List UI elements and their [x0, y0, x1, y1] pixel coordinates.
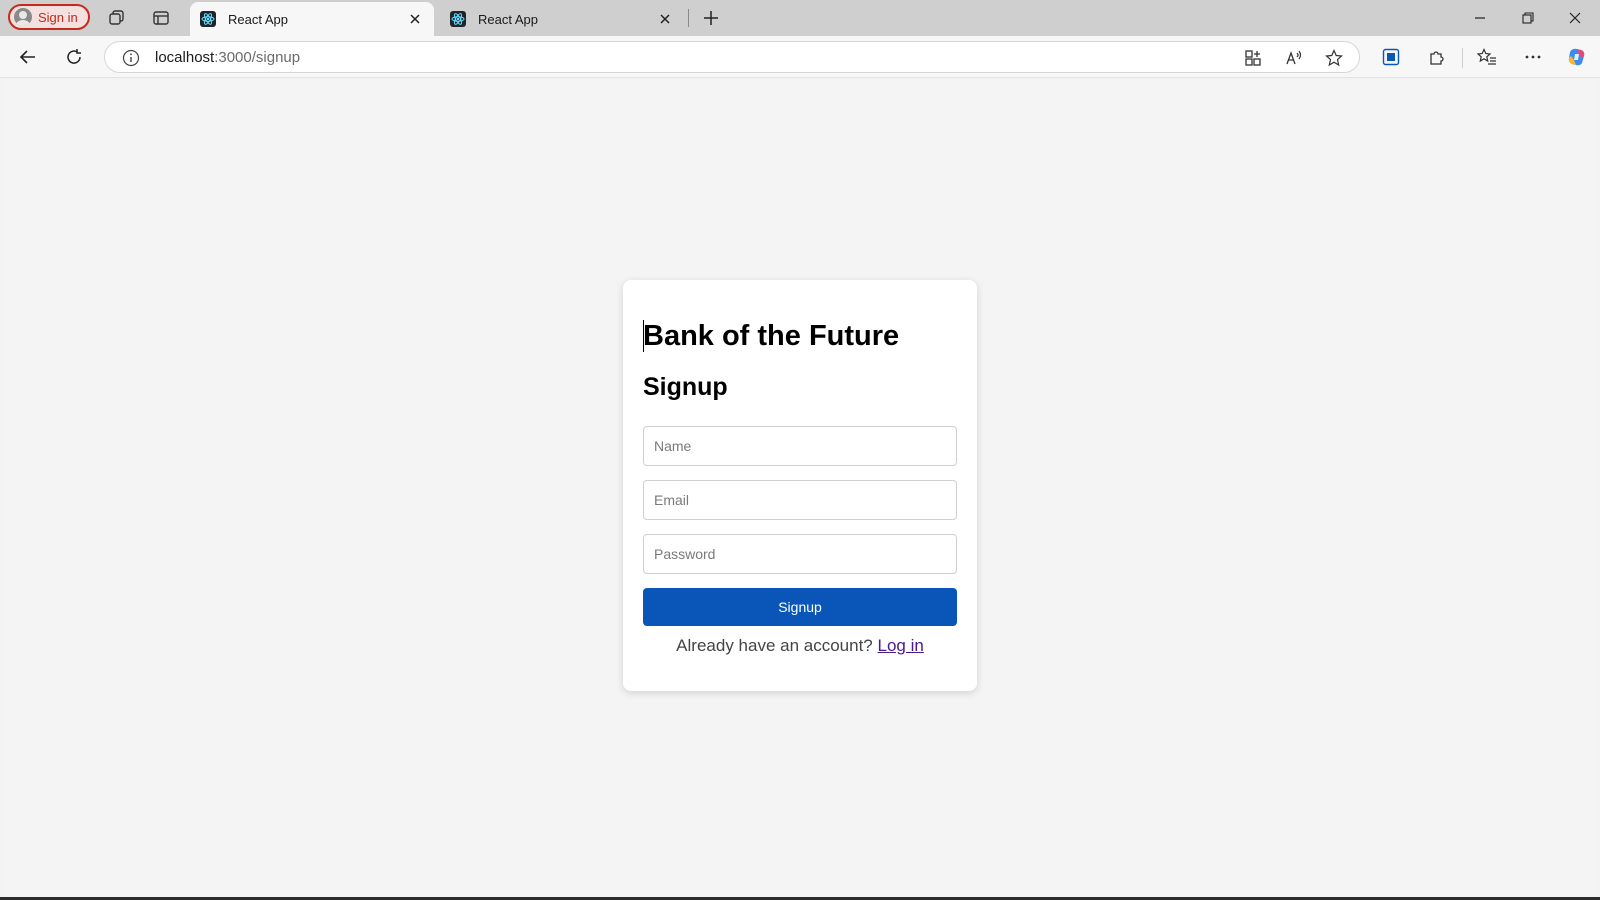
app-title: Bank of the Future	[643, 320, 900, 352]
favorite-star-icon[interactable]	[1323, 47, 1345, 69]
app-available-icon[interactable]	[1242, 47, 1264, 69]
url-host: localhost	[155, 49, 215, 66]
tab-title: React App	[228, 11, 288, 27]
tab-title: React App	[478, 11, 538, 27]
close-tab-icon[interactable]	[406, 10, 424, 28]
site-info-icon[interactable]	[121, 48, 141, 68]
browser-tab-strip: Sign in React App React App	[0, 0, 1600, 36]
tab-divider	[688, 9, 689, 27]
url-path: :3000/signup	[214, 49, 301, 66]
read-aloud-icon[interactable]	[1283, 47, 1305, 69]
toolbar-divider	[1462, 48, 1463, 68]
close-window-icon[interactable]	[1555, 4, 1595, 32]
close-tab-icon[interactable]	[656, 10, 674, 28]
minimize-icon[interactable]	[1460, 4, 1500, 32]
profile-avatar-icon	[14, 8, 32, 26]
new-tab-icon[interactable]	[699, 6, 723, 30]
login-prompt-row: Already have an account? Log in	[623, 636, 977, 656]
react-favicon-icon	[200, 11, 216, 27]
form-title: Signup	[643, 373, 728, 401]
url-text: localhost:3000/signup	[155, 49, 300, 66]
more-options-icon[interactable]	[1519, 43, 1547, 71]
workspaces-icon[interactable]	[105, 6, 129, 30]
page-viewport: Bank of the Future Signup Signup Already…	[3, 79, 1597, 897]
tab-react-app-2[interactable]: React App	[440, 2, 684, 36]
extensions-icon[interactable]	[1423, 43, 1451, 71]
login-link[interactable]: Log in	[878, 636, 924, 655]
back-arrow-icon[interactable]	[14, 43, 42, 71]
password-input[interactable]	[643, 534, 957, 574]
screenshot-icon[interactable]	[1377, 43, 1405, 71]
login-prompt-text: Already have an account?	[676, 636, 873, 655]
tab-actions-icon[interactable]	[149, 6, 173, 30]
name-input[interactable]	[643, 426, 957, 466]
signin-label: Sign in	[38, 9, 78, 25]
address-bar[interactable]: localhost:3000/signup	[104, 41, 1360, 73]
restore-icon[interactable]	[1508, 4, 1548, 32]
text-caret	[643, 320, 644, 352]
signup-button[interactable]: Signup	[643, 588, 957, 626]
refresh-icon[interactable]	[60, 43, 88, 71]
email-input[interactable]	[643, 480, 957, 520]
copilot-icon[interactable]	[1563, 43, 1591, 71]
browser-toolbar: localhost:3000/signup	[0, 36, 1600, 78]
signup-card: Bank of the Future Signup Signup Already…	[623, 280, 977, 691]
tab-react-app-1[interactable]: React App	[190, 2, 434, 36]
react-favicon-icon	[450, 11, 466, 27]
favorites-list-icon[interactable]	[1473, 43, 1501, 71]
profile-signin-button[interactable]: Sign in	[8, 4, 90, 30]
